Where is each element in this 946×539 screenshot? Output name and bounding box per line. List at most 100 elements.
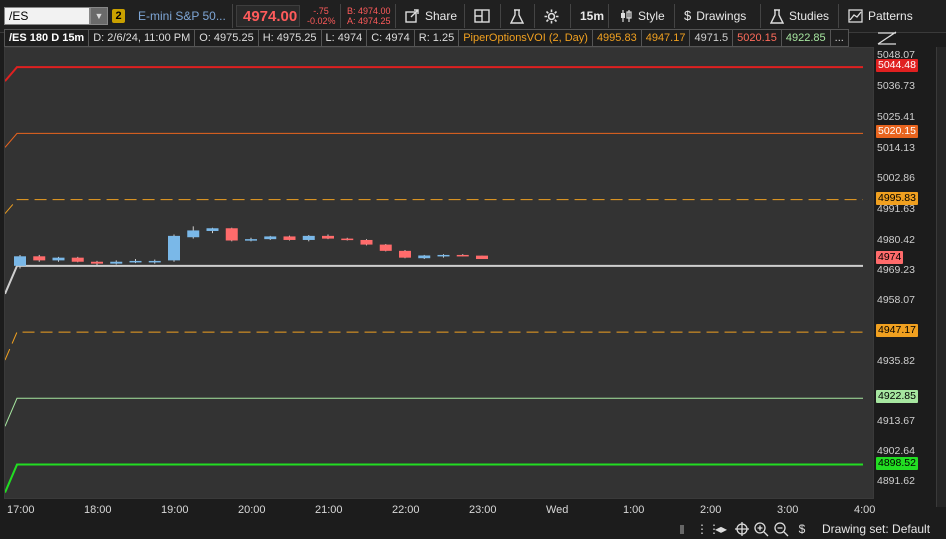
price-level-badge: 4995.83 xyxy=(876,191,918,205)
dollar-drawing-icon[interactable]: $ xyxy=(795,522,809,536)
percent-change-value: -0.02% xyxy=(307,16,336,26)
time-tick-label: Wed xyxy=(546,504,569,516)
price-tick-label: 4935.82 xyxy=(877,354,915,367)
price-level-badge: 5044.48 xyxy=(876,59,918,73)
candle-body xyxy=(245,239,257,241)
link-group-badge[interactable]: 2 xyxy=(112,9,125,23)
time-axis[interactable]: 17:00 18:00 19:00 20:00 21:00 22:00 23:00 Wed 1:… xyxy=(4,500,876,520)
flexible-grid-button[interactable] xyxy=(471,6,493,26)
candle-body xyxy=(225,228,238,241)
study-level-line-6 xyxy=(5,463,863,493)
symbol-dropdown-icon[interactable]: ▼ xyxy=(90,7,108,25)
candle-body xyxy=(456,254,469,257)
candle-body xyxy=(148,260,161,263)
candle-body xyxy=(110,261,123,264)
price-tick-label: 5036.73 xyxy=(877,80,915,93)
candle-style-icon xyxy=(621,10,632,22)
study-name[interactable]: PiperOptionsVOI (2, Day) xyxy=(458,29,593,47)
drawing-set-label[interactable]: Drawing set: Default xyxy=(822,522,930,536)
price-level-badge: 5020.15 xyxy=(876,125,918,139)
patterns-button[interactable]: Patterns xyxy=(845,6,916,26)
time-tick-label: 20:00 xyxy=(238,504,266,516)
last-price: 4974.00 xyxy=(243,8,298,25)
candle-body xyxy=(168,235,180,261)
gear-icon xyxy=(544,9,559,23)
candle-body xyxy=(264,236,277,240)
candle-body xyxy=(379,244,392,251)
patterns-label: Patterns xyxy=(868,9,913,23)
toolbar-divider xyxy=(838,4,839,28)
price-tick-label: 4969.23 xyxy=(877,264,915,276)
toolbar-divider xyxy=(500,4,501,28)
candle-body xyxy=(322,235,334,239)
candle-body xyxy=(283,236,296,240)
bar-range: R: 1.25 xyxy=(413,29,460,47)
time-tick-label: 2:00 xyxy=(700,504,722,516)
bid-ask: B: 4974.00 A: 4974.25 xyxy=(347,6,391,26)
time-tick-label: 1:00 xyxy=(623,504,645,516)
style-label: Style xyxy=(638,9,665,23)
time-tick-label: 19:00 xyxy=(161,504,189,516)
study-level-line-1 xyxy=(5,132,863,148)
candle-body xyxy=(399,250,411,258)
style-button[interactable]: Style xyxy=(616,6,668,26)
dollar-icon: $ xyxy=(684,8,692,23)
candle-body xyxy=(14,256,26,266)
chart-canvas[interactable] xyxy=(5,48,875,500)
expand-chart-icon[interactable] xyxy=(876,30,898,46)
bar-open: O: 4975.25 xyxy=(194,29,259,47)
study-value-lower: 4922.85 xyxy=(780,29,831,47)
share-button[interactable]: Share xyxy=(402,6,460,26)
share-icon xyxy=(405,9,419,23)
side-panel-strip[interactable] xyxy=(936,47,946,507)
studies-button[interactable]: Studies xyxy=(767,6,832,26)
study-level-line-4 xyxy=(5,331,863,361)
studies-label: Studies xyxy=(789,9,830,23)
bar-high: H: 4975.25 xyxy=(257,29,322,47)
toolbar-divider xyxy=(570,4,571,28)
thinklab-button[interactable] xyxy=(507,6,527,26)
zoom-out-icon[interactable] xyxy=(774,522,789,537)
price-level-badge: 4947.17 xyxy=(876,324,918,338)
time-tick-label: 21:00 xyxy=(315,504,343,516)
candle-body xyxy=(91,261,103,264)
drag-icon[interactable]: ⋮⋮ xyxy=(696,522,720,536)
price-tick-label: 5002.86 xyxy=(877,172,915,185)
toolbar-divider xyxy=(534,4,535,28)
time-tick-label: 4:00 xyxy=(854,504,876,516)
drawings-label: Drawings xyxy=(696,9,747,23)
toolbar-divider xyxy=(395,4,396,28)
price-level-badge: 4922.85 xyxy=(876,390,918,404)
price-tick-label: 4980.42 xyxy=(877,233,915,246)
pan-left-right-icon[interactable]: ◂▸ xyxy=(714,522,728,536)
candle-body xyxy=(476,255,488,260)
price-tick-label: 5025.41 xyxy=(877,111,915,124)
price-level-badge: 4898.52 xyxy=(876,456,918,470)
candle-body xyxy=(71,257,84,262)
info-more[interactable]: ... xyxy=(829,29,849,47)
time-tick-label: 17:00 xyxy=(7,504,35,516)
candle-body xyxy=(360,239,373,245)
timeframe-label: 15m xyxy=(580,9,605,23)
symbol-input[interactable]: /ES xyxy=(4,7,90,25)
toolbar-divider xyxy=(674,4,675,28)
toolbar-divider xyxy=(464,4,465,28)
price-chart[interactable] xyxy=(4,47,874,499)
chart-info-row: /ES 180 D 15m D: 2/6/24, 11:00 PM O: 497… xyxy=(4,29,874,47)
scroll-handle[interactable] xyxy=(680,525,684,534)
chart-symbol-label[interactable]: /ES 180 D 15m xyxy=(4,29,90,47)
candle-body xyxy=(437,254,450,257)
candle-body xyxy=(129,260,142,263)
net-change-value: -.75 xyxy=(313,6,329,16)
candle-body xyxy=(418,255,431,259)
crosshair-zoom-icon[interactable] xyxy=(735,522,749,536)
price-axis[interactable]: 5048.07 5036.73 5025.41 5014.13 5002.86 4991.… xyxy=(874,47,936,499)
drawings-button[interactable]: $ Drawings xyxy=(681,6,749,26)
grid-layout-icon xyxy=(474,9,490,23)
chart-settings-button[interactable] xyxy=(541,6,562,26)
timeframe-button[interactable]: 15m xyxy=(577,6,607,26)
zoom-in-icon[interactable] xyxy=(754,522,769,537)
net-change: -.75 -0.02% xyxy=(307,6,336,26)
ask-value: A: 4974.25 xyxy=(347,16,391,26)
bid-value: B: 4974.00 xyxy=(347,6,391,16)
